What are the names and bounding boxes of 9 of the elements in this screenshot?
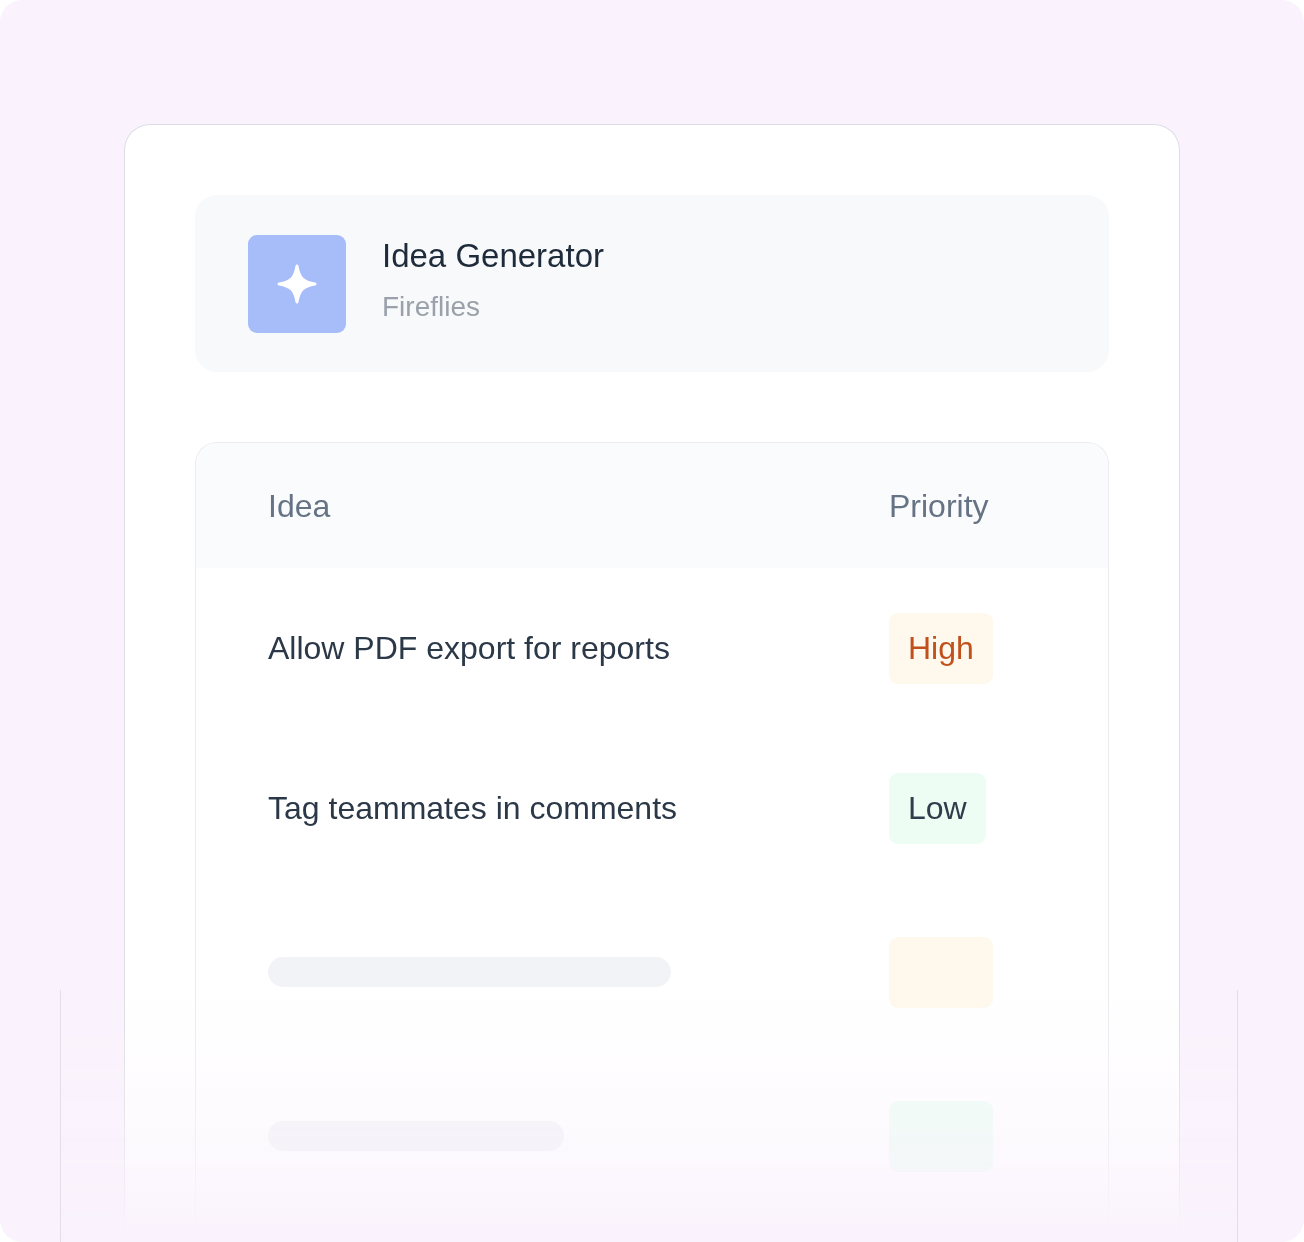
column-header: Priority [889,486,989,526]
sparkle-icon [248,234,346,333]
idea-text: Allow PDF export for reports [268,629,670,668]
column-header: Idea [268,486,331,526]
app-title: Idea Generator [382,235,604,276]
idea-text: Tag teammates in comments [268,789,678,828]
app-subtitle: Fireflies [382,289,481,324]
priority-tag: Low [889,772,986,844]
priority-tag: High [889,612,993,684]
